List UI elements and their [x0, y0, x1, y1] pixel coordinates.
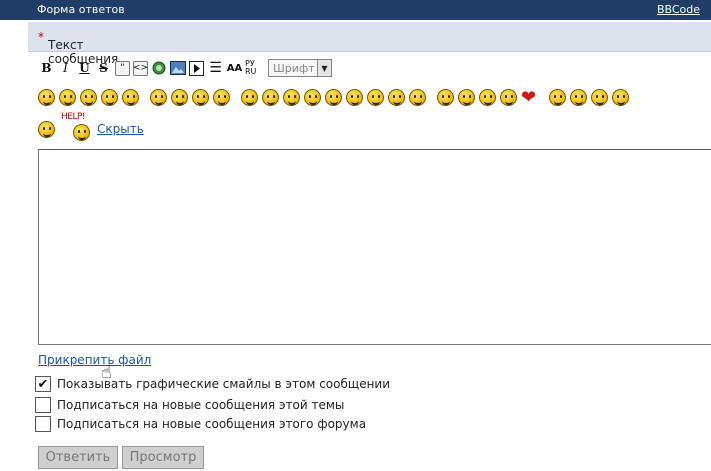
- option-subscribe-forum[interactable]: Подписаться на новые сообщения этого фор…: [35, 415, 366, 433]
- link-button[interactable]: [150, 60, 167, 77]
- chevron-down-icon: ▼: [317, 60, 331, 76]
- form-header: Форма ответов BBCode: [0, 0, 711, 20]
- smiley-icon[interactable]: [367, 88, 384, 106]
- help-smiley-text: HELP!: [61, 112, 86, 122]
- message-textarea[interactable]: [38, 149, 711, 345]
- message-label: Текст сообщения *: [38, 30, 118, 66]
- smiley-icon[interactable]: [304, 88, 321, 106]
- checkbox-show-smileys[interactable]: ✔: [35, 376, 51, 392]
- smiley-icon[interactable]: [241, 88, 258, 106]
- font-size-button[interactable]: AA: [226, 60, 243, 77]
- list-button[interactable]: ☰: [207, 60, 224, 77]
- font-select[interactable]: Шрифт ▼: [268, 59, 332, 77]
- attach-file-link[interactable]: Прикрепить файл: [38, 353, 151, 367]
- smiley-row: ❤: [38, 86, 711, 108]
- smiley-icon[interactable]: [479, 88, 496, 106]
- bold-button[interactable]: B: [38, 60, 55, 77]
- video-button[interactable]: [188, 60, 205, 77]
- message-label-bar: Текст сообщения *: [28, 22, 711, 66]
- translit-button[interactable]: РУ RU: [245, 60, 262, 77]
- smiley-icon[interactable]: [325, 88, 342, 106]
- formatting-toolbar: B I U S " <> ☰ AA РУ RU Шрифт ▼: [38, 58, 332, 78]
- option-subscribe-topic[interactable]: Подписаться на новые сообщения этой темы: [35, 396, 344, 414]
- code-button[interactable]: <>: [133, 60, 148, 76]
- smiley-icon[interactable]: [171, 88, 188, 106]
- smiley-icon[interactable]: [458, 88, 475, 106]
- smiley-icon[interactable]: [388, 88, 405, 106]
- form-title: Форма ответов: [37, 3, 125, 16]
- video-icon: [189, 60, 204, 76]
- option-subscribe-topic-label: Подписаться на новые сообщения этой темы: [57, 398, 345, 412]
- hide-smileys-link[interactable]: Скрыть: [97, 122, 144, 136]
- italic-button[interactable]: I: [57, 60, 74, 77]
- smiley-icon[interactable]: [59, 88, 76, 106]
- smiley-icon[interactable]: [346, 88, 363, 106]
- underline-button[interactable]: U: [76, 60, 93, 77]
- smiley-icon[interactable]: [409, 88, 426, 106]
- smiley-icon[interactable]: [80, 88, 97, 106]
- smiley-icon[interactable]: [101, 88, 118, 106]
- smiley-icon[interactable]: [283, 88, 300, 106]
- smiley-icon[interactable]: [549, 88, 567, 106]
- image-button[interactable]: [169, 60, 186, 77]
- heart-icon[interactable]: ❤: [521, 88, 536, 106]
- quote-button[interactable]: ": [115, 60, 130, 76]
- option-subscribe-forum-label: Подписаться на новые сообщения этого фор…: [57, 417, 367, 431]
- smiley-icon[interactable]: [150, 88, 167, 106]
- submit-button[interactable]: Ответить: [38, 446, 118, 469]
- smiley-icon[interactable]: [437, 88, 454, 106]
- checkbox-subscribe-topic[interactable]: [35, 397, 51, 413]
- image-icon: [169, 61, 186, 75]
- smiley-icon[interactable]: [570, 88, 588, 106]
- smiley-row-2: HELP! Скрыть: [38, 112, 144, 142]
- smiley-icon[interactable]: [38, 121, 55, 138]
- smiley-icon: [73, 124, 90, 141]
- font-select-value: Шрифт: [273, 61, 315, 75]
- option-show-smileys[interactable]: ✔ Показывать графические смайлы в этом с…: [35, 375, 390, 393]
- required-mark: *: [38, 30, 44, 44]
- smiley-icon[interactable]: [38, 88, 55, 106]
- preview-button[interactable]: Просмотр: [122, 446, 204, 469]
- help-smiley[interactable]: HELP!: [61, 112, 93, 142]
- smiley-icon[interactable]: [122, 88, 139, 106]
- option-show-smileys-label: Показывать графические смайлы в этом соо…: [57, 377, 391, 391]
- smiley-icon[interactable]: [262, 88, 279, 106]
- smiley-icon[interactable]: [213, 88, 230, 106]
- smiley-icon[interactable]: [500, 88, 517, 106]
- strike-button[interactable]: S: [95, 60, 112, 77]
- smiley-icon[interactable]: [591, 88, 609, 106]
- link-icon: [152, 61, 165, 75]
- bbcode-link[interactable]: BBCode: [657, 0, 700, 20]
- smiley-icon[interactable]: [192, 88, 209, 106]
- smiley-icon[interactable]: [612, 88, 630, 106]
- checkbox-subscribe-forum[interactable]: [35, 416, 51, 432]
